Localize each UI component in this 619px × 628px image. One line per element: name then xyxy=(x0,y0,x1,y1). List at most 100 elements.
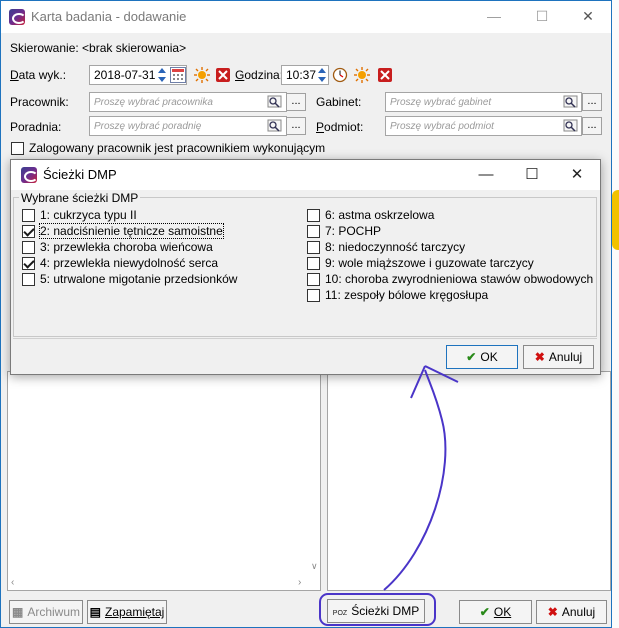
right-content-panel xyxy=(327,371,611,591)
clinic-label: Poradnia: xyxy=(10,120,62,134)
entity-search-icon[interactable] xyxy=(563,118,579,134)
dmp-item-label: 3: przewlekła choroba wieńcowa xyxy=(40,240,213,254)
dmp-item-label: 11: zespoły bólowe kręgosłupa xyxy=(325,288,489,302)
clinic-ellipsis-button[interactable]: ... xyxy=(286,117,306,135)
employee-ellipsis-button[interactable]: ... xyxy=(286,93,306,111)
clear-hour-icon[interactable] xyxy=(377,67,393,83)
dmp-item[interactable]: 6: astma oskrzelowa xyxy=(307,208,592,224)
dmp-item[interactable]: 10: choroba zwyrodnieniowa stawów obwodo… xyxy=(307,272,594,288)
dialog-minimize-icon[interactable]: — xyxy=(463,160,509,190)
dmp-checkbox[interactable] xyxy=(22,273,35,286)
main-ok-button[interactable]: ✔ OK xyxy=(459,600,532,624)
checkmark-icon: ✔ xyxy=(479,605,490,619)
hour-label-text: odzina: xyxy=(244,68,284,82)
dmp-checkbox[interactable] xyxy=(307,225,320,238)
dmp-paths-button-label: Ścieżki DMP xyxy=(351,604,420,618)
remember-button-label: Zapamiętaj xyxy=(104,605,165,619)
date-label-text: ata wyk.: xyxy=(18,68,67,82)
dmp-group-box: 1: cukrzyca typu II 2: nadciśnienie tętn… xyxy=(13,197,597,337)
dialog-titlebar: Ścieżki DMP — ☐ ✕ xyxy=(11,160,600,190)
main-titlebar: Karta badania - dodawanie — ☐ ✕ xyxy=(1,1,611,33)
minimize-icon[interactable]: — xyxy=(471,1,517,31)
archive-button-label: Archiwum xyxy=(27,605,81,619)
dialog-cancel-label: Anuluj xyxy=(548,350,583,364)
main-cancel-button[interactable]: ✖ Anuluj xyxy=(536,600,607,624)
close-icon[interactable]: ✕ xyxy=(565,1,611,31)
archive-icon: ▦ xyxy=(11,605,24,619)
group-box-label: Wybrane ścieżki DMP xyxy=(19,191,141,205)
dmp-item-label: 6: astma oskrzelowa xyxy=(325,208,435,222)
dialog-maximize-icon[interactable]: ☐ xyxy=(509,160,555,190)
dmp-item[interactable]: 9: wole miąższowe i guzowate tarczycy xyxy=(307,256,592,272)
dmp-checkbox[interactable] xyxy=(22,209,35,222)
date-label: Data wyk.: xyxy=(10,68,67,82)
clear-date-icon[interactable] xyxy=(215,67,231,83)
scroll-right-icon[interactable]: › xyxy=(298,577,301,588)
office-search-icon[interactable] xyxy=(563,94,579,110)
dmp-checkbox[interactable] xyxy=(22,257,35,270)
main-cancel-label: Anuluj xyxy=(561,605,596,619)
entity-ellipsis-button[interactable]: ... xyxy=(582,117,602,135)
dmp-item-label: 2: nadciśnienie tętnicze samoistne xyxy=(39,223,224,239)
dmp-checkbox[interactable] xyxy=(307,209,320,222)
sun-now-icon[interactable] xyxy=(354,67,370,83)
dmp-item-label: 5: utrwalone migotanie przedsionków xyxy=(40,272,238,286)
dmp-item-label: 4: przewlekła niewydolność serca xyxy=(40,256,219,270)
employee-field[interactable]: Proszę wybrać pracownika xyxy=(89,92,287,112)
clock-icon[interactable] xyxy=(332,67,348,83)
entity-placeholder: Proszę wybrać podmiot xyxy=(390,121,494,132)
remember-icon: ▤ xyxy=(89,605,101,619)
employee-placeholder: Proszę wybrać pracownika xyxy=(94,97,213,108)
background-window-edge xyxy=(612,0,619,628)
background-decoration xyxy=(612,190,619,250)
logged-worker-label: Zalogowany pracownik jest pracownikiem w… xyxy=(29,141,326,155)
person-search-icon[interactable] xyxy=(267,94,283,110)
office-label: Gabinet: xyxy=(316,95,362,109)
scroll-left-icon[interactable]: ‹ xyxy=(11,577,14,588)
entity-label-text: odmiot: xyxy=(324,120,364,134)
dmp-checkbox[interactable] xyxy=(307,257,320,270)
window-title: Karta badania - dodawanie xyxy=(31,9,187,24)
dmp-item[interactable]: 4: przewlekła niewydolność serca xyxy=(22,256,282,272)
dmp-item[interactable]: 11: zespoły bólowe kręgosłupa xyxy=(307,288,592,304)
dmp-checkbox[interactable] xyxy=(22,241,35,254)
dialog-cancel-button[interactable]: ✖ Anuluj xyxy=(523,345,594,369)
app-icon xyxy=(9,9,26,25)
sun-today-icon[interactable] xyxy=(194,67,210,83)
date-spin-icon[interactable] xyxy=(157,66,167,84)
dmp-checkbox[interactable] xyxy=(307,289,320,302)
office-ellipsis-button[interactable]: ... xyxy=(582,93,602,111)
clinic-field[interactable]: Proszę wybrać poradnię xyxy=(89,116,287,136)
archive-button[interactable]: ▦ Archiwum xyxy=(9,600,83,624)
dmp-item-label: 10: choroba zwyrodnieniowa stawów obwodo… xyxy=(325,272,594,286)
dialog-title: Ścieżki DMP xyxy=(43,167,117,182)
hour-spin-icon[interactable] xyxy=(317,66,327,84)
dialog-ok-label: OK xyxy=(480,350,498,364)
dmp-item[interactable]: 5: utrwalone migotanie przedsionków xyxy=(22,272,282,288)
dmp-item[interactable]: 7: POCHP xyxy=(307,224,592,240)
scroll-down-icon[interactable]: ∨ xyxy=(311,561,318,572)
dmp-checkbox[interactable] xyxy=(307,241,320,254)
dialog-cancel-x-icon: ✖ xyxy=(534,350,545,364)
remember-button[interactable]: ▤ Zapamiętaj xyxy=(87,600,167,624)
dialog-checkmark-icon: ✔ xyxy=(466,350,477,364)
dialog-app-icon xyxy=(21,167,38,183)
maximize-icon[interactable]: ☐ xyxy=(519,1,565,31)
hour-value: 10:37 xyxy=(286,68,317,82)
dialog-close-icon[interactable]: ✕ xyxy=(554,160,600,190)
dmp-item[interactable]: 3: przewlekła choroba wieńcowa xyxy=(22,240,282,256)
poz-badge: POZ xyxy=(332,610,348,617)
calendar-icon[interactable] xyxy=(170,67,186,83)
dmp-item[interactable]: 8: niedoczynność tarczycy xyxy=(307,240,592,256)
dmp-paths-button[interactable]: POZ Ścieżki DMP xyxy=(327,599,425,623)
dmp-item[interactable]: 1: cukrzyca typu II xyxy=(22,208,282,224)
clinic-search-icon[interactable] xyxy=(267,118,283,134)
logged-worker-checkbox[interactable] xyxy=(11,142,24,155)
dmp-checkbox[interactable] xyxy=(307,273,320,286)
dialog-ok-button[interactable]: ✔ OK xyxy=(446,345,518,369)
entity-field[interactable]: Proszę wybrać podmiot xyxy=(385,116,582,136)
dmp-checkbox[interactable] xyxy=(22,225,35,238)
dmp-item-label: 1: cukrzyca typu II xyxy=(40,208,137,222)
dmp-item[interactable]: 2: nadciśnienie tętnicze samoistne xyxy=(22,223,282,240)
office-field[interactable]: Proszę wybrać gabinet xyxy=(385,92,582,112)
